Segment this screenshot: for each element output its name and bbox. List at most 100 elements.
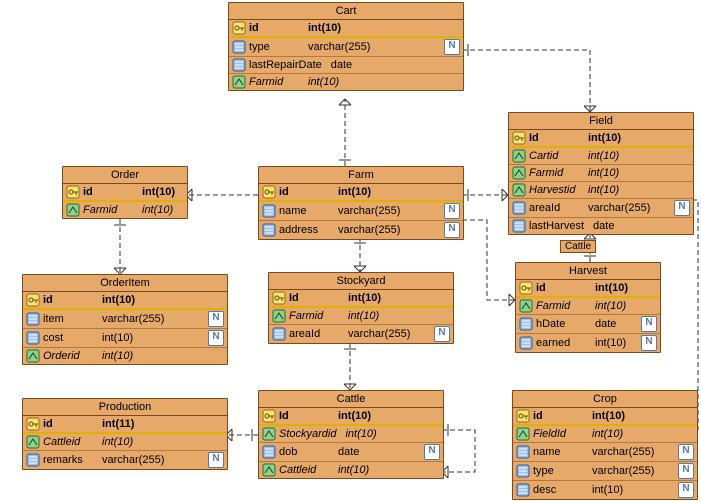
column-row[interactable]: Idint(10) — [269, 290, 453, 306]
entity-cart[interactable]: Cartidint(10)typevarchar(255)NlastRepair… — [228, 2, 464, 91]
column-type: date — [595, 318, 638, 330]
column-row[interactable]: Harvestidint(10) — [509, 181, 693, 198]
foreign-key-icon — [272, 309, 286, 323]
column-row[interactable]: idint(10) — [516, 280, 660, 296]
entity-farm[interactable]: Farmidint(10)namevarchar(255)Naddressvar… — [258, 166, 464, 240]
column-row[interactable]: idint(10) — [513, 408, 697, 424]
column-row[interactable]: costint(10)N — [23, 328, 227, 347]
column-icon — [26, 312, 40, 326]
column-row[interactable]: Cartidint(10) — [509, 146, 693, 164]
entity-orderitem[interactable]: OrderItemidint(10)itemvarchar(255)Ncosti… — [22, 274, 228, 365]
column-row[interactable]: remarksvarchar(255)N — [23, 450, 227, 469]
column-row[interactable]: typevarchar(255)N — [229, 36, 463, 56]
column-row[interactable]: idint(10) — [259, 184, 463, 200]
column-row[interactable]: lastHarvestdate — [509, 217, 693, 234]
column-row[interactable]: typevarchar(255)N — [513, 461, 697, 480]
column-row[interactable]: Farmidint(10) — [509, 164, 693, 181]
column-row[interactable]: Farmidint(10) — [516, 296, 660, 314]
column-name: earned — [536, 337, 592, 349]
entity-cattle[interactable]: CattleIdint(10)Stockyardidint(10)dobdate… — [258, 390, 444, 479]
column-icon — [262, 445, 276, 459]
entity-title[interactable]: Harvest — [516, 263, 660, 280]
entity-title[interactable]: OrderItem — [23, 275, 227, 292]
column-type: int(10) — [348, 310, 450, 322]
entity-title[interactable]: Cart — [229, 3, 463, 20]
column-row[interactable]: areaIdvarchar(255)N — [509, 198, 693, 217]
column-row[interactable]: Idint(10) — [259, 408, 443, 424]
column-type: varchar(255) — [338, 205, 441, 217]
column-icon — [232, 40, 246, 54]
column-row[interactable]: FieldIdint(10) — [513, 424, 697, 442]
column-name: Stockyardid — [279, 428, 342, 440]
column-type: int(10) — [102, 436, 224, 448]
column-name: cost — [43, 332, 99, 344]
column-type: int(10) — [595, 337, 638, 349]
column-row[interactable]: earnedint(10)N — [516, 333, 660, 352]
entity-title[interactable]: Production — [23, 399, 227, 416]
column-row[interactable]: addressvarchar(255)N — [259, 220, 463, 239]
entity-production[interactable]: Productionidint(11)Cattleidint(10)remark… — [22, 398, 228, 470]
column-row[interactable]: lastRepairDatedate — [229, 56, 463, 73]
primary-key-icon — [262, 409, 276, 423]
column-type: int(10) — [588, 132, 690, 144]
column-row[interactable]: idint(10) — [63, 184, 187, 200]
entity-title[interactable]: Order — [63, 167, 187, 184]
self-relation-label: Cattle — [560, 240, 596, 253]
column-row[interactable]: idint(10) — [229, 20, 463, 36]
column-row[interactable]: idint(11) — [23, 416, 227, 432]
column-name: Farmid — [289, 310, 345, 322]
column-row[interactable]: namevarchar(255)N — [513, 442, 697, 461]
entity-title[interactable]: Farm — [259, 167, 463, 184]
column-row[interactable]: Orderidint(10) — [23, 347, 227, 364]
column-type: varchar(255) — [338, 224, 441, 236]
column-row[interactable]: Cattleidint(10) — [259, 461, 443, 478]
foreign-key-icon — [262, 427, 276, 441]
column-name: Id — [529, 132, 585, 144]
entity-title[interactable]: Crop — [513, 391, 697, 408]
column-row[interactable]: Farmidint(10) — [63, 200, 187, 218]
column-type: varchar(255) — [102, 313, 205, 325]
entity-title[interactable]: Stockyard — [269, 273, 453, 290]
column-type: int(10) — [142, 186, 184, 198]
entity-crop[interactable]: Cropidint(10)FieldIdint(10)namevarchar(2… — [512, 390, 698, 500]
column-name: id — [43, 418, 99, 430]
entity-harvest[interactable]: Harvestidint(10)Farmidint(10)hDatedateNe… — [515, 262, 661, 353]
column-row[interactable]: Farmidint(10) — [229, 73, 463, 90]
entity-order[interactable]: Orderidint(10)Farmidint(10) — [62, 166, 188, 219]
column-row[interactable]: idint(10) — [23, 292, 227, 308]
primary-key-icon — [232, 21, 246, 35]
entity-stockyard[interactable]: StockyardIdint(10)Farmidint(10)areaIdvar… — [268, 272, 454, 344]
column-row[interactable]: descint(10)N — [513, 480, 697, 499]
column-type: int(10) — [338, 186, 460, 198]
foreign-key-icon — [512, 183, 526, 197]
entity-field[interactable]: FieldIdint(10)Cartidint(10)Farmidint(10)… — [508, 112, 694, 235]
column-row[interactable]: Cattleidint(10) — [23, 432, 227, 450]
column-name: Farmid — [536, 300, 592, 312]
column-name: type — [249, 41, 305, 53]
column-row[interactable]: namevarchar(255)N — [259, 200, 463, 220]
column-name: Id — [289, 292, 345, 304]
column-name: Farmid — [83, 204, 139, 216]
column-name: Orderid — [43, 350, 99, 362]
column-icon — [516, 483, 530, 497]
entity-title[interactable]: Cattle — [259, 391, 443, 408]
column-row[interactable]: areaIdvarchar(255)N — [269, 324, 453, 343]
column-row[interactable]: Stockyardidint(10) — [259, 424, 443, 442]
primary-key-icon — [26, 293, 40, 307]
column-name: FieldId — [533, 428, 589, 440]
entity-title[interactable]: Field — [509, 113, 693, 130]
column-row[interactable]: hDatedateN — [516, 314, 660, 333]
column-name: lastHarvest — [529, 220, 590, 232]
column-row[interactable]: itemvarchar(255)N — [23, 308, 227, 328]
column-type: int(10) — [102, 332, 205, 344]
not-null-badge: N — [444, 203, 460, 219]
column-row[interactable]: Idint(10) — [509, 130, 693, 146]
column-type: int(10) — [588, 184, 690, 196]
column-type: date — [338, 446, 421, 458]
primary-key-icon — [272, 291, 286, 305]
column-row[interactable]: Farmidint(10) — [269, 306, 453, 324]
foreign-key-icon — [66, 203, 80, 217]
column-name: Cartid — [529, 150, 585, 162]
column-type: varchar(255) — [308, 41, 441, 53]
column-row[interactable]: dobdateN — [259, 442, 443, 461]
